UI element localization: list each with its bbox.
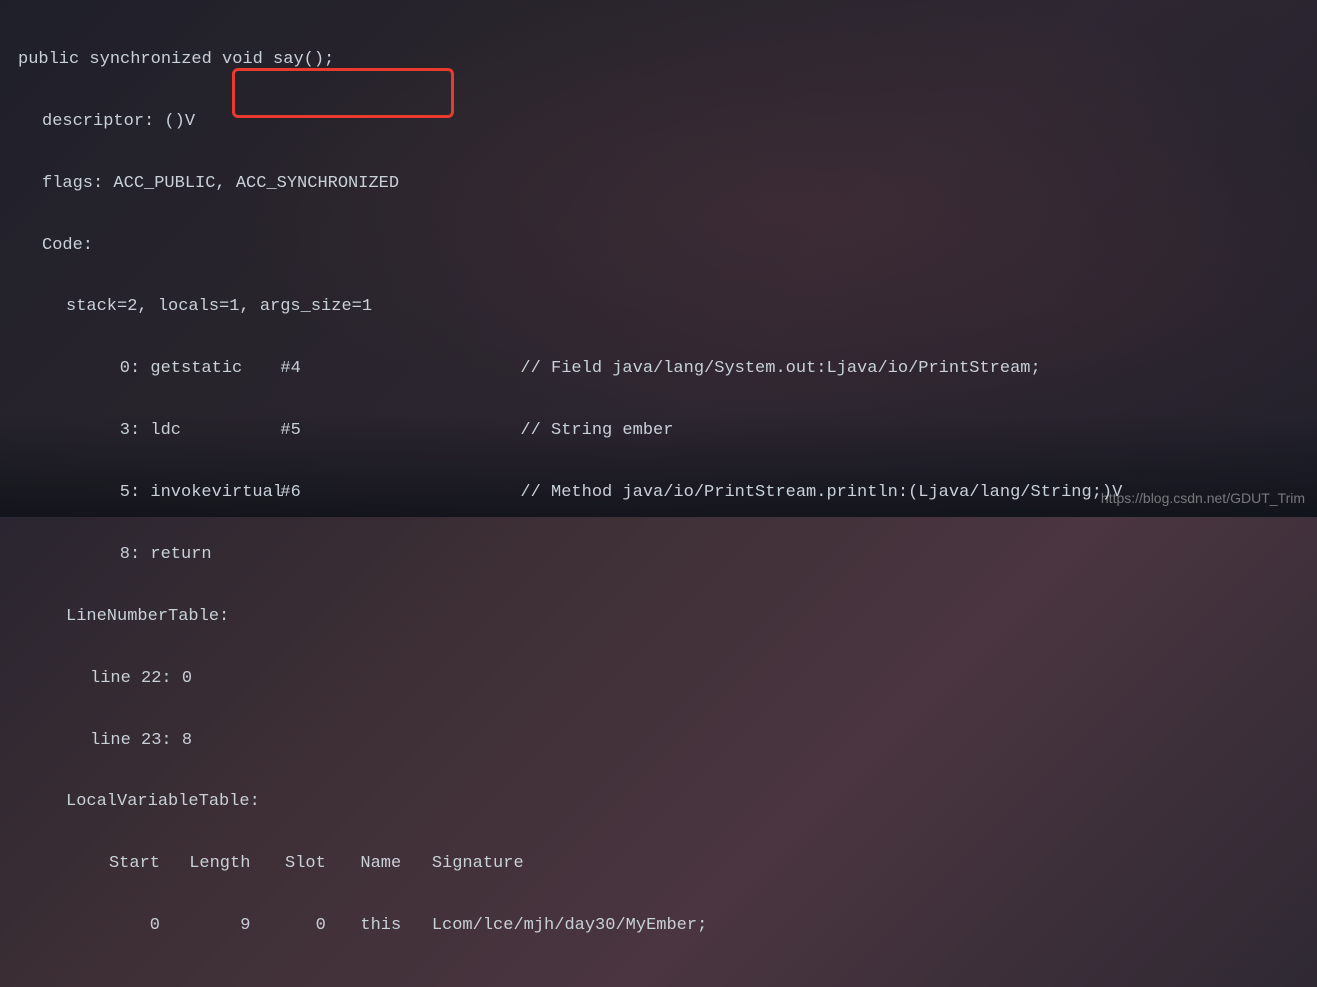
lvt-header: Start Length Slot Name Signature xyxy=(18,849,1299,880)
watermark-text: https://blog.csdn.net/GDUT_Trim xyxy=(1101,486,1305,511)
flags-line: flags: ACC_PUBLIC, ACC_SYNCHRONIZED xyxy=(18,169,1299,200)
flags-prefix: flags: ACC_PUBLIC, xyxy=(42,174,236,193)
stack-info: stack=2, locals=1, args_size=1 xyxy=(18,292,1299,323)
lnt-entry: line 23: 8 xyxy=(18,726,1299,757)
lnt-label: LineNumberTable: xyxy=(18,602,1299,633)
instruction-row: 0: getstatic#4// Field java/lang/System.… xyxy=(18,354,1299,385)
instruction-row: 3: ldc#5// String ember xyxy=(18,416,1299,447)
code-label: Code: xyxy=(18,231,1299,262)
lvt-row: 0 9 0 this Lcom/lce/mjh/day30/MyEmber; xyxy=(18,911,1299,942)
flags-synchronized: ACC_SYNCHRONIZED xyxy=(236,174,399,193)
instruction-row: 8: return xyxy=(18,540,1299,571)
lnt-entry: line 22: 0 xyxy=(18,664,1299,695)
descriptor-line: descriptor: ()V xyxy=(18,107,1299,138)
method-signature: public synchronized void say(); xyxy=(18,45,1299,76)
lvt-label: LocalVariableTable: xyxy=(18,787,1299,818)
